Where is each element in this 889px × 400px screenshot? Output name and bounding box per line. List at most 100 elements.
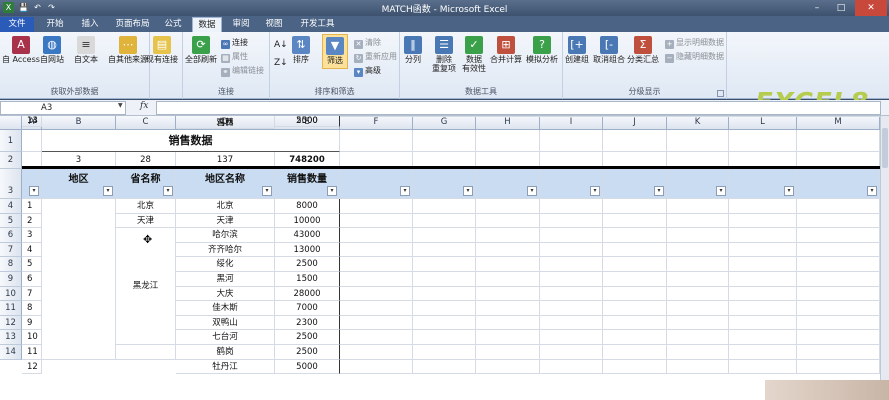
empty-cell[interactable] [413, 272, 476, 287]
empty-cell[interactable] [797, 242, 880, 258]
select-all-corner[interactable] [0, 116, 22, 130]
column-header-c[interactable]: C [116, 116, 176, 130]
empty-cell[interactable] [340, 330, 413, 345]
index-cell[interactable]: 12 [22, 359, 42, 375]
sales-cell[interactable]: 5000 [275, 359, 340, 375]
empty-cell[interactable] [476, 330, 540, 345]
empty-cell[interactable] [476, 130, 540, 152]
empty-cell[interactable] [340, 116, 413, 117]
empty-cell[interactable] [413, 257, 476, 272]
empty-cell[interactable] [797, 116, 880, 117]
empty-cell[interactable] [667, 286, 729, 302]
empty-cell[interactable] [797, 330, 880, 345]
tab-view[interactable]: 视图 [259, 17, 289, 32]
row-header-10[interactable]: 10 [0, 286, 22, 302]
header-cell[interactable]: ▾ [340, 169, 413, 199]
sort-button[interactable]: ⇅ 排序 [292, 36, 310, 64]
empty-cell[interactable] [729, 315, 797, 331]
empty-cell[interactable] [797, 345, 880, 360]
empty-cell[interactable] [476, 213, 540, 229]
empty-cell[interactable] [797, 228, 880, 243]
empty-cell[interactable] [603, 228, 667, 243]
empty-cell[interactable] [540, 116, 603, 117]
text-to-columns-button[interactable]: ‖ 分列 [404, 36, 422, 64]
empty-cell[interactable] [476, 228, 540, 243]
empty-cell[interactable] [340, 228, 413, 243]
empty-cell[interactable] [667, 359, 729, 375]
empty-cell[interactable] [667, 257, 729, 272]
filter-button[interactable]: ▼ 筛选 [322, 34, 348, 69]
empty-cell[interactable] [476, 242, 540, 258]
empty-cell[interactable] [540, 359, 603, 375]
column-header-l[interactable]: L [729, 116, 797, 130]
what-if-button[interactable]: ? 模拟分析 [526, 36, 558, 64]
sales-cell[interactable]: 2300 [275, 315, 340, 331]
sales-cell[interactable]: 8000 [275, 199, 340, 214]
reapply-button[interactable]: ↻ 重新应用 [354, 52, 397, 63]
tab-review[interactable]: 审阅 [226, 17, 256, 32]
empty-cell[interactable] [340, 359, 413, 375]
empty-cell[interactable] [540, 272, 603, 287]
filter-dropdown-icon[interactable]: ▾ [327, 186, 337, 196]
empty-cell[interactable] [340, 257, 413, 272]
column-header-b[interactable]: B [42, 116, 116, 130]
clear-filter-button[interactable]: ✕ 清除 [354, 38, 381, 49]
index-cell[interactable]: 7 [22, 286, 42, 302]
empty-cell[interactable] [476, 315, 540, 331]
subtotal-button[interactable]: Σ 分类汇总 [627, 36, 659, 64]
empty-cell[interactable] [667, 228, 729, 243]
index-cell[interactable]: 14 [22, 116, 42, 127]
tab-page-layout[interactable]: 页面布局 [110, 17, 155, 32]
column-header-k[interactable]: K [667, 116, 729, 130]
empty-cell[interactable] [413, 359, 476, 375]
sales-cell[interactable]: 5500 [275, 116, 340, 127]
refresh-all-button[interactable]: ⟳ 全部刷新 [185, 36, 217, 64]
empty-cell[interactable] [340, 286, 413, 302]
empty-cell[interactable] [729, 272, 797, 287]
empty-cell[interactable] [340, 345, 413, 360]
empty-cell[interactable] [667, 301, 729, 316]
row-header-2[interactable]: 2 [0, 152, 22, 169]
empty-cell[interactable] [603, 330, 667, 345]
district-cell[interactable]: 七台河 [176, 330, 275, 345]
name-box[interactable]: A3 [0, 101, 126, 115]
row-header-5[interactable]: 5 [0, 213, 22, 229]
empty-cell[interactable] [540, 345, 603, 360]
empty-cell[interactable] [413, 116, 476, 117]
empty-cell[interactable] [540, 228, 603, 243]
empty-cell[interactable] [540, 286, 603, 302]
column-header-g[interactable]: G [413, 116, 476, 130]
cell-a1[interactable] [22, 130, 42, 152]
empty-cell[interactable] [540, 257, 603, 272]
filter-dropdown-icon[interactable]: ▾ [163, 186, 173, 196]
empty-cell[interactable] [340, 301, 413, 316]
district-cell[interactable]: 天津 [176, 213, 275, 229]
filter-dropdown-icon[interactable]: ▾ [29, 186, 39, 196]
column-header-f[interactable]: F [340, 116, 413, 130]
filter-dropdown-icon[interactable]: ▾ [463, 186, 473, 196]
from-access-button[interactable]: A自 Access [2, 36, 40, 64]
edit-links-button[interactable]: ⚭ 编辑链接 [221, 66, 264, 77]
group-button[interactable]: [+ 创建组 [565, 36, 589, 64]
row-header-13[interactable]: 13 [0, 330, 22, 345]
vertical-scrollbar[interactable] [880, 116, 889, 400]
empty-cell[interactable] [797, 130, 880, 152]
empty-cell[interactable] [603, 345, 667, 360]
header-cell[interactable]: ▾ [22, 169, 42, 199]
empty-cell[interactable] [797, 315, 880, 331]
row-header-8[interactable]: 8 [0, 257, 22, 272]
province-cell[interactable]: 天津 [116, 213, 176, 229]
empty-cell[interactable] [340, 315, 413, 331]
tab-developer[interactable]: 开发工具 [295, 17, 340, 32]
empty-cell[interactable] [413, 286, 476, 302]
index-cell[interactable]: 2 [22, 213, 42, 229]
filter-dropdown-icon[interactable]: ▾ [716, 186, 726, 196]
empty-cell[interactable] [340, 213, 413, 229]
empty-cell[interactable] [340, 242, 413, 258]
empty-cell[interactable] [729, 242, 797, 258]
tab-insert[interactable]: 插入 [75, 17, 105, 32]
close-button[interactable]: ✕ [855, 0, 887, 16]
district-cell[interactable]: 鹤岗 [176, 345, 275, 360]
empty-cell[interactable] [413, 301, 476, 316]
empty-cell[interactable] [540, 330, 603, 345]
